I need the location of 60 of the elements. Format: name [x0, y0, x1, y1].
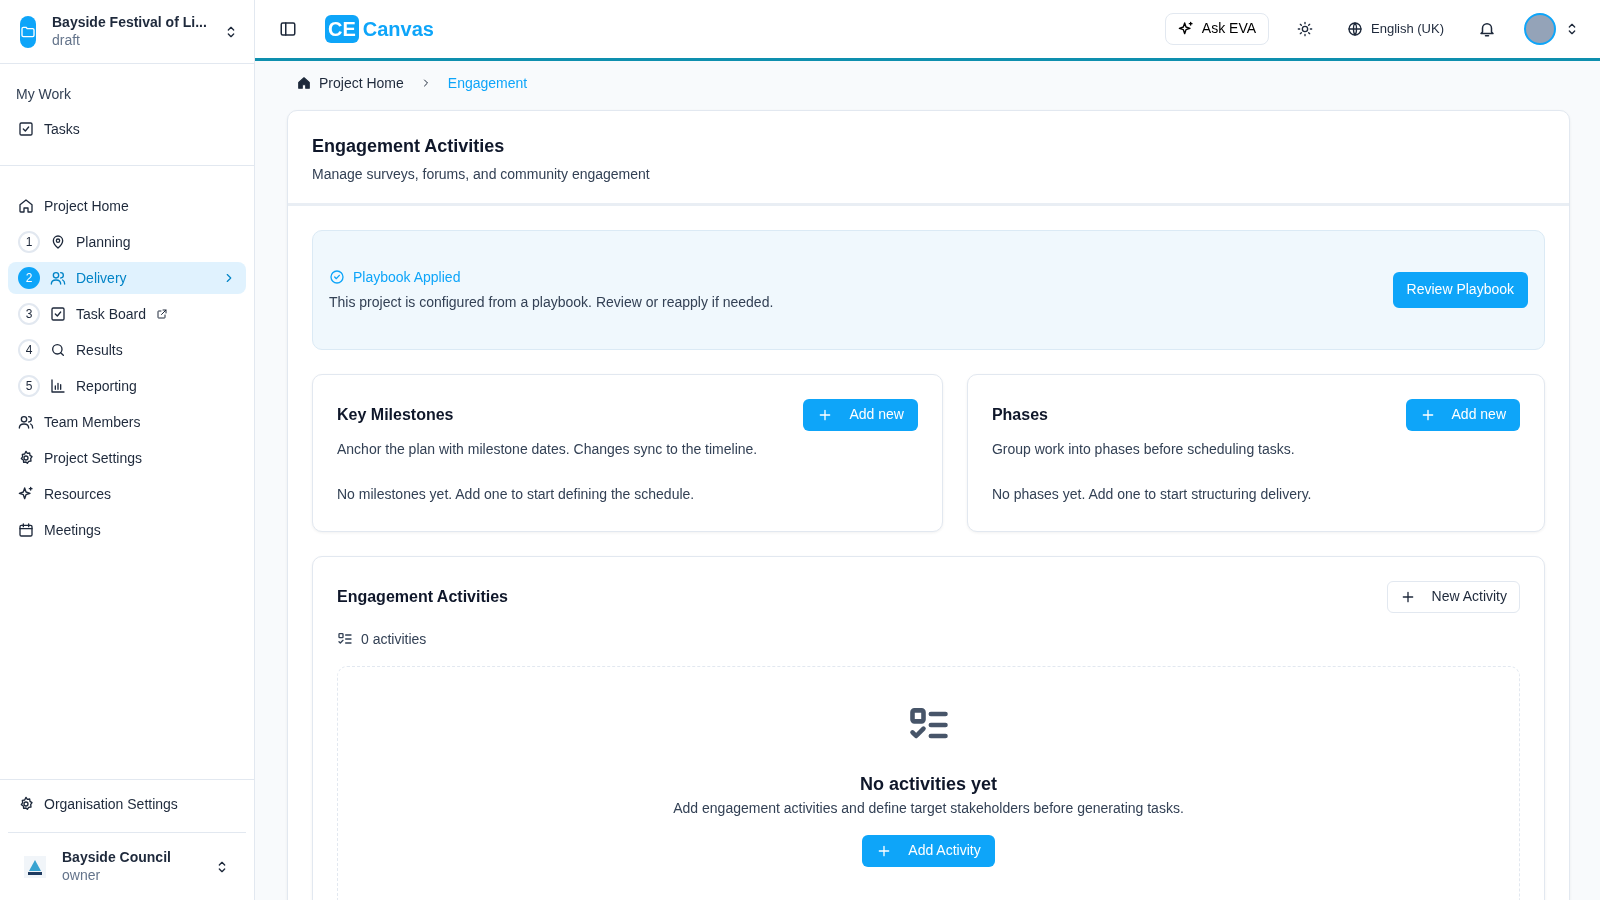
section-heading: My Work	[15, 85, 72, 104]
nav-item[interactable]: Tasks	[8, 113, 246, 145]
section-title: Engagement Activities	[337, 586, 508, 607]
step-number: 4	[18, 339, 40, 361]
home-icon	[18, 198, 34, 214]
language-button[interactable]: English (UK)	[1341, 18, 1450, 40]
step-number: 1	[18, 231, 40, 253]
page-title: Engagement Activities	[312, 134, 506, 158]
page-subtitle: Manage surveys, forums, and community engagement	[312, 164, 651, 184]
nav-item[interactable]: Meetings	[8, 514, 246, 546]
step-number: 5	[18, 375, 40, 397]
banner-title: Playbook Applied	[353, 267, 461, 287]
checkbox-icon	[50, 306, 66, 322]
people-icon	[18, 414, 34, 430]
nav-item[interactable]: 3 Task Board	[8, 298, 246, 330]
sparkle-icon	[18, 486, 34, 502]
ask-eva-button[interactable]: Ask EVA	[1164, 12, 1270, 45]
nav-item[interactable]: 5 Reporting	[8, 370, 246, 402]
panel-title: Key Milestones	[337, 404, 454, 425]
calendar-icon	[18, 522, 34, 538]
org-name: Bayside Council	[62, 849, 172, 867]
nav-item[interactable]: 2 Delivery	[8, 262, 246, 294]
panel-description: Group work into phases before scheduling tasks.	[991, 439, 1296, 459]
settings-icon	[18, 450, 34, 466]
nav-item[interactable]: Organisation Settings	[8, 788, 246, 820]
new-activity-button[interactable]: New Activity	[1386, 580, 1520, 613]
step-number: 3	[18, 303, 40, 325]
nav-item[interactable]: 1 Planning	[8, 226, 246, 258]
panel-description: Anchor the plan with milestone dates. Changes sync to the timeline.	[337, 439, 759, 459]
avatar[interactable]	[1524, 12, 1556, 45]
globe-icon	[1347, 20, 1364, 37]
panel-icon	[279, 19, 297, 38]
settings-icon	[18, 796, 34, 812]
empty-message: No milestones yet. Add one to start defining the schedule.	[337, 484, 696, 504]
project-name: Bayside Festival of Li...	[52, 14, 207, 32]
nav-item[interactable]: Project Home	[8, 190, 246, 222]
empty-title: No activities yet	[859, 772, 998, 796]
org-role: owner	[62, 866, 102, 884]
bar-chart-icon	[50, 378, 66, 394]
nav-item[interactable]: Resources	[8, 478, 246, 510]
nav-item[interactable]: 4 Results	[8, 334, 246, 366]
activity-count: 0 activities	[361, 629, 427, 649]
check-circle-icon	[329, 269, 345, 286]
people-icon	[50, 270, 66, 286]
empty-message: No phases yet. Add one to start structuring delivery.	[991, 484, 1313, 504]
step-number: 2	[18, 267, 40, 289]
project-status: draft	[52, 31, 81, 49]
panel-title: Phases	[991, 404, 1048, 425]
sun-icon	[1297, 20, 1314, 37]
empty-text: Add engagement activities and define target stakeholders before generating tasks.	[673, 798, 1184, 818]
council-logo-icon	[24, 855, 46, 878]
search-icon	[50, 342, 66, 358]
nav-item[interactable]: Project Settings	[8, 442, 246, 474]
nav-item[interactable]: Team Members	[8, 406, 246, 438]
checkbox-icon	[18, 121, 34, 137]
banner-text: This project is configured from a playbook. Review or reapply if needed.	[329, 292, 775, 312]
breadcrumb-link[interactable]: Project Home	[297, 72, 404, 94]
sparkle-icon	[1177, 20, 1194, 37]
map-pin-icon	[50, 234, 66, 250]
home-icon	[297, 76, 311, 91]
